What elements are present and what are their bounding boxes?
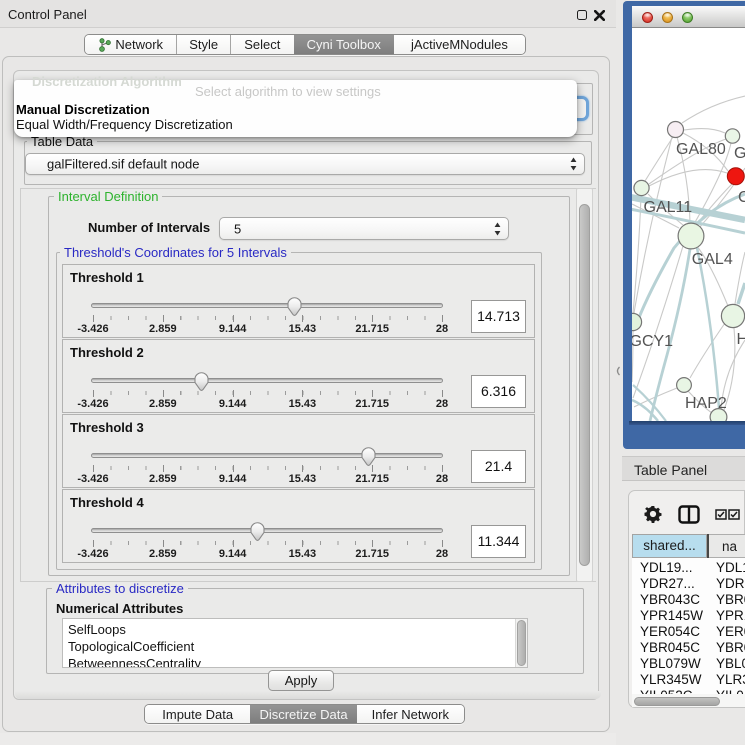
svg-text:GAL80: GAL80	[676, 141, 726, 158]
svg-text:GAL11: GAL11	[644, 199, 693, 216]
svg-text:HAP2: HAP2	[685, 395, 727, 412]
svg-text:H: H	[737, 331, 745, 348]
svg-text:C: C	[738, 189, 745, 206]
svg-text:GAL4: GAL4	[692, 251, 733, 268]
svg-text:G.: G.	[734, 145, 745, 162]
svg-text:GCY1: GCY1	[632, 333, 673, 350]
